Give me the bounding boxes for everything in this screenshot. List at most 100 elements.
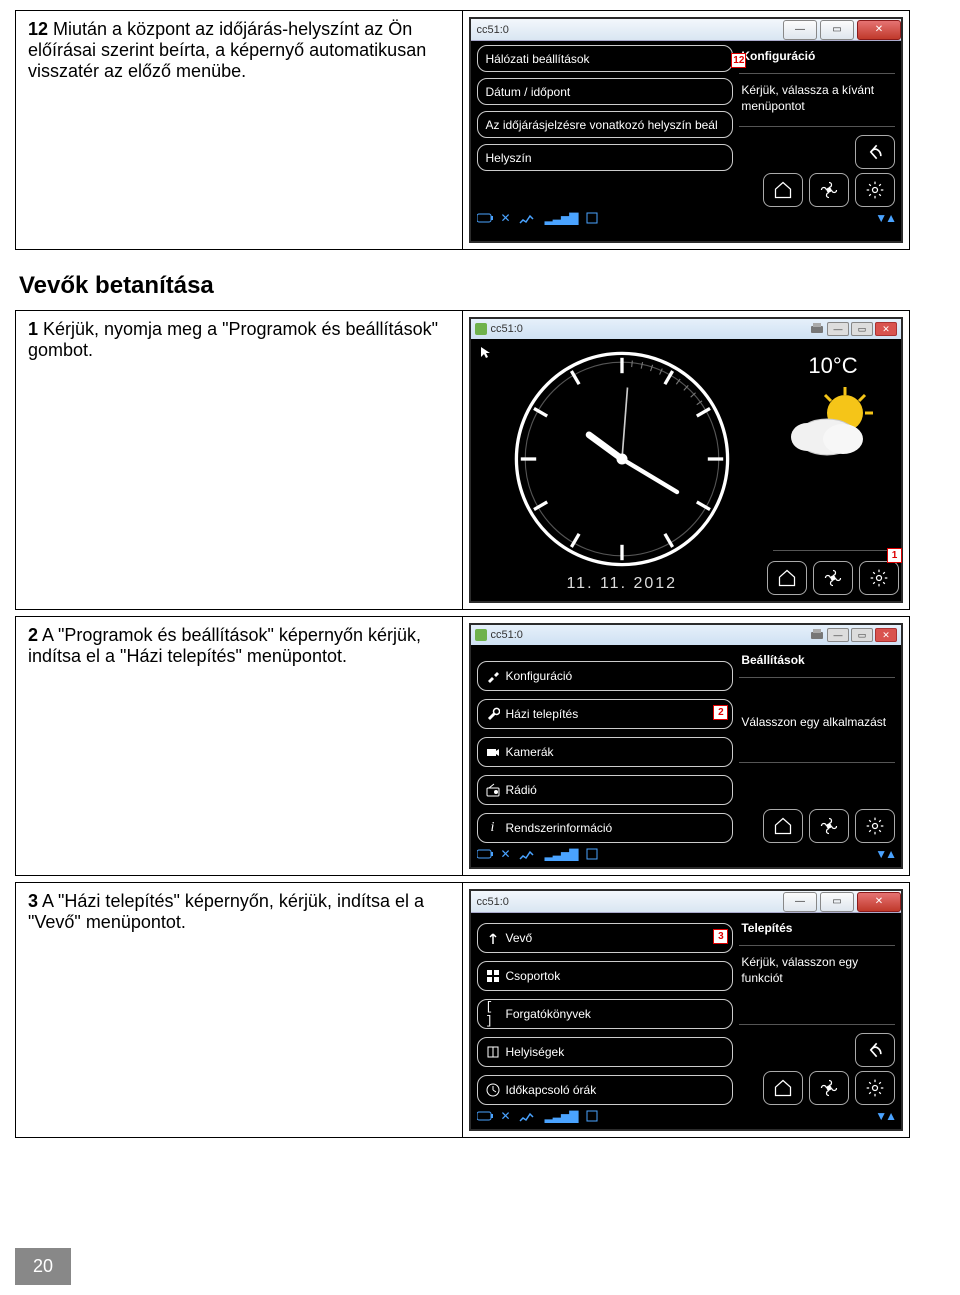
window-title: cc51:0 <box>491 629 523 641</box>
screenshot-home: cc51:0 — ▭ ✕ <box>469 317 904 603</box>
wrench-icon <box>486 707 500 721</box>
maximize-button[interactable]: ▭ <box>820 20 854 40</box>
window-title: cc51:0 <box>477 24 509 36</box>
titlebar: cc51:0 — ▭ ✕ <box>471 625 902 645</box>
step-body: A "Programok és beállítások" képernyőn k… <box>28 625 421 666</box>
back-button[interactable] <box>855 1033 895 1067</box>
groups-icon <box>486 969 500 983</box>
side-heading: Beállítások <box>739 649 895 669</box>
close-button[interactable]: ✕ <box>857 20 901 40</box>
step-2-row: 2 A "Programok és beállítások" képernyőn… <box>15 616 910 876</box>
fan-button[interactable] <box>809 1071 849 1105</box>
step-badge: 1 <box>887 548 902 563</box>
step-badge: 3 <box>713 929 728 944</box>
minimize-button[interactable]: — <box>827 322 849 336</box>
step-badge: 2 <box>713 705 728 720</box>
step-3-text: 3 A "Házi telepítés" képernyőn, kérjük, … <box>16 883 463 1137</box>
printer-icon <box>809 628 825 642</box>
status-bar: ✕ ▂▃▅▇ ▼▲ <box>477 843 896 867</box>
step-number: 12 <box>28 19 48 39</box>
printer-icon <box>809 322 825 336</box>
screenshot-config: cc51:0 — ▭ ✕ Hálózati beállítások Dátum … <box>469 17 904 243</box>
screenshot-install: cc51:0 — ▭ ✕ Vevő <box>469 889 904 1131</box>
weather-icon <box>783 385 883 465</box>
status-bar: ✕ ▂▃▅▇ ▼▲ <box>477 207 896 231</box>
close-button[interactable]: ✕ <box>875 628 897 642</box>
step-number: 2 <box>28 625 38 645</box>
step-12-row: 12 Miután a központ az időjárás-helyszín… <box>15 10 910 250</box>
back-button[interactable] <box>855 135 895 169</box>
step-2-text: 2 A "Programok és beállítások" képernyőn… <box>16 617 463 875</box>
section-heading: Vevők betanítása <box>19 272 910 300</box>
step-badge: 12 <box>731 53 746 68</box>
side-instruction: Válasszon egy alkalmazást <box>739 714 895 730</box>
step-1-row: 1 Kérjük, nyomja meg a "Programok és beá… <box>15 310 910 610</box>
date-display: 11. 11. 2012 <box>479 569 766 595</box>
maximize-button[interactable]: ▭ <box>851 628 873 642</box>
menu-item-groups[interactable]: Csoportok <box>477 961 734 991</box>
step-1-text: 1 Kérjük, nyomja meg a "Programok és beá… <box>16 311 463 609</box>
tools-icon <box>486 669 500 683</box>
analog-clock <box>512 349 732 569</box>
home-button[interactable] <box>763 809 803 843</box>
minimize-button[interactable]: — <box>827 628 849 642</box>
step-12-text: 12 Miután a központ az időjárás-helyszín… <box>16 11 463 249</box>
menu-item-network[interactable]: Hálózati beállítások <box>477 45 734 72</box>
side-instruction: Kérjük, válassza a kívánt menüpontot <box>739 82 895 114</box>
menu-item-sysinfo[interactable]: i Rendszerinformáció <box>477 813 734 843</box>
step-body: Miután a központ az időjárás-helyszínt a… <box>28 19 426 81</box>
rooms-icon <box>486 1045 500 1059</box>
menu-item-radio[interactable]: Rádió <box>477 775 734 805</box>
menu-item-location[interactable]: Helyszín <box>477 144 734 171</box>
menu-item-rooms[interactable]: Helyiségek <box>477 1037 734 1067</box>
menu-item-home-install[interactable]: Házi telepítés 2 <box>477 699 734 729</box>
temperature: 10°C <box>808 353 857 379</box>
home-button[interactable] <box>763 173 803 207</box>
step-body: A "Házi telepítés" képernyőn, kérjük, in… <box>28 891 424 932</box>
titlebar: cc51:0 — ▭ ✕ <box>471 891 902 913</box>
menu-item-timers[interactable]: Időkapcsoló órák <box>477 1075 734 1105</box>
app-icon <box>475 323 487 335</box>
fan-button[interactable] <box>809 809 849 843</box>
info-icon: i <box>486 821 500 835</box>
step-3-row: 3 A "Házi telepítés" képernyőn, kérjük, … <box>15 882 910 1138</box>
pointer-icon <box>479 345 493 359</box>
home-button[interactable] <box>763 1071 803 1105</box>
window-title: cc51:0 <box>477 896 509 908</box>
close-button[interactable]: ✕ <box>875 322 897 336</box>
menu-item-scenarios[interactable]: [ ] Forgatókönyvek <box>477 999 734 1029</box>
status-bar: ✕ ▂▃▅▇ ▼▲ <box>477 1105 896 1129</box>
fan-button[interactable] <box>813 561 853 595</box>
receiver-icon <box>486 931 500 945</box>
maximize-button[interactable]: ▭ <box>820 892 854 912</box>
minimize-button[interactable]: — <box>783 20 817 40</box>
menu-item-config[interactable]: Konfiguráció <box>477 661 734 691</box>
step-number: 1 <box>28 319 38 339</box>
side-heading: Telepítés <box>739 917 895 937</box>
side-heading: Konfiguráció <box>739 45 895 65</box>
app-icon <box>475 629 487 641</box>
close-button[interactable]: ✕ <box>857 892 901 912</box>
menu-item-weather-location[interactable]: Az időjárásjelzésre vonatkozó helyszín b… <box>477 111 734 138</box>
step-number: 3 <box>28 891 38 911</box>
screenshot-settings: cc51:0 — ▭ ✕ Konfiguráció <box>469 623 904 869</box>
titlebar: cc51:0 — ▭ ✕ <box>471 319 902 339</box>
page-number: 20 <box>15 1248 71 1285</box>
menu-item-datetime[interactable]: Dátum / időpont <box>477 78 734 105</box>
minimize-button[interactable]: — <box>783 892 817 912</box>
settings-button[interactable] <box>855 173 895 207</box>
window-title: cc51:0 <box>491 323 523 335</box>
fan-button[interactable] <box>809 173 849 207</box>
settings-button[interactable]: 1 <box>859 561 899 595</box>
scenario-icon: [ ] <box>486 1007 500 1021</box>
side-instruction: Kérjük, válasszon egy funkciót <box>739 954 895 986</box>
maximize-button[interactable]: ▭ <box>851 322 873 336</box>
menu-item-cameras[interactable]: Kamerák <box>477 737 734 767</box>
step-body: Kérjük, nyomja meg a "Programok és beáll… <box>28 319 438 360</box>
menu-item-receiver[interactable]: Vevő 3 <box>477 923 734 953</box>
home-button[interactable] <box>767 561 807 595</box>
radio-icon <box>486 783 500 797</box>
page-footer: 20 <box>15 1248 910 1285</box>
settings-button[interactable] <box>855 809 895 843</box>
settings-button[interactable] <box>855 1071 895 1105</box>
